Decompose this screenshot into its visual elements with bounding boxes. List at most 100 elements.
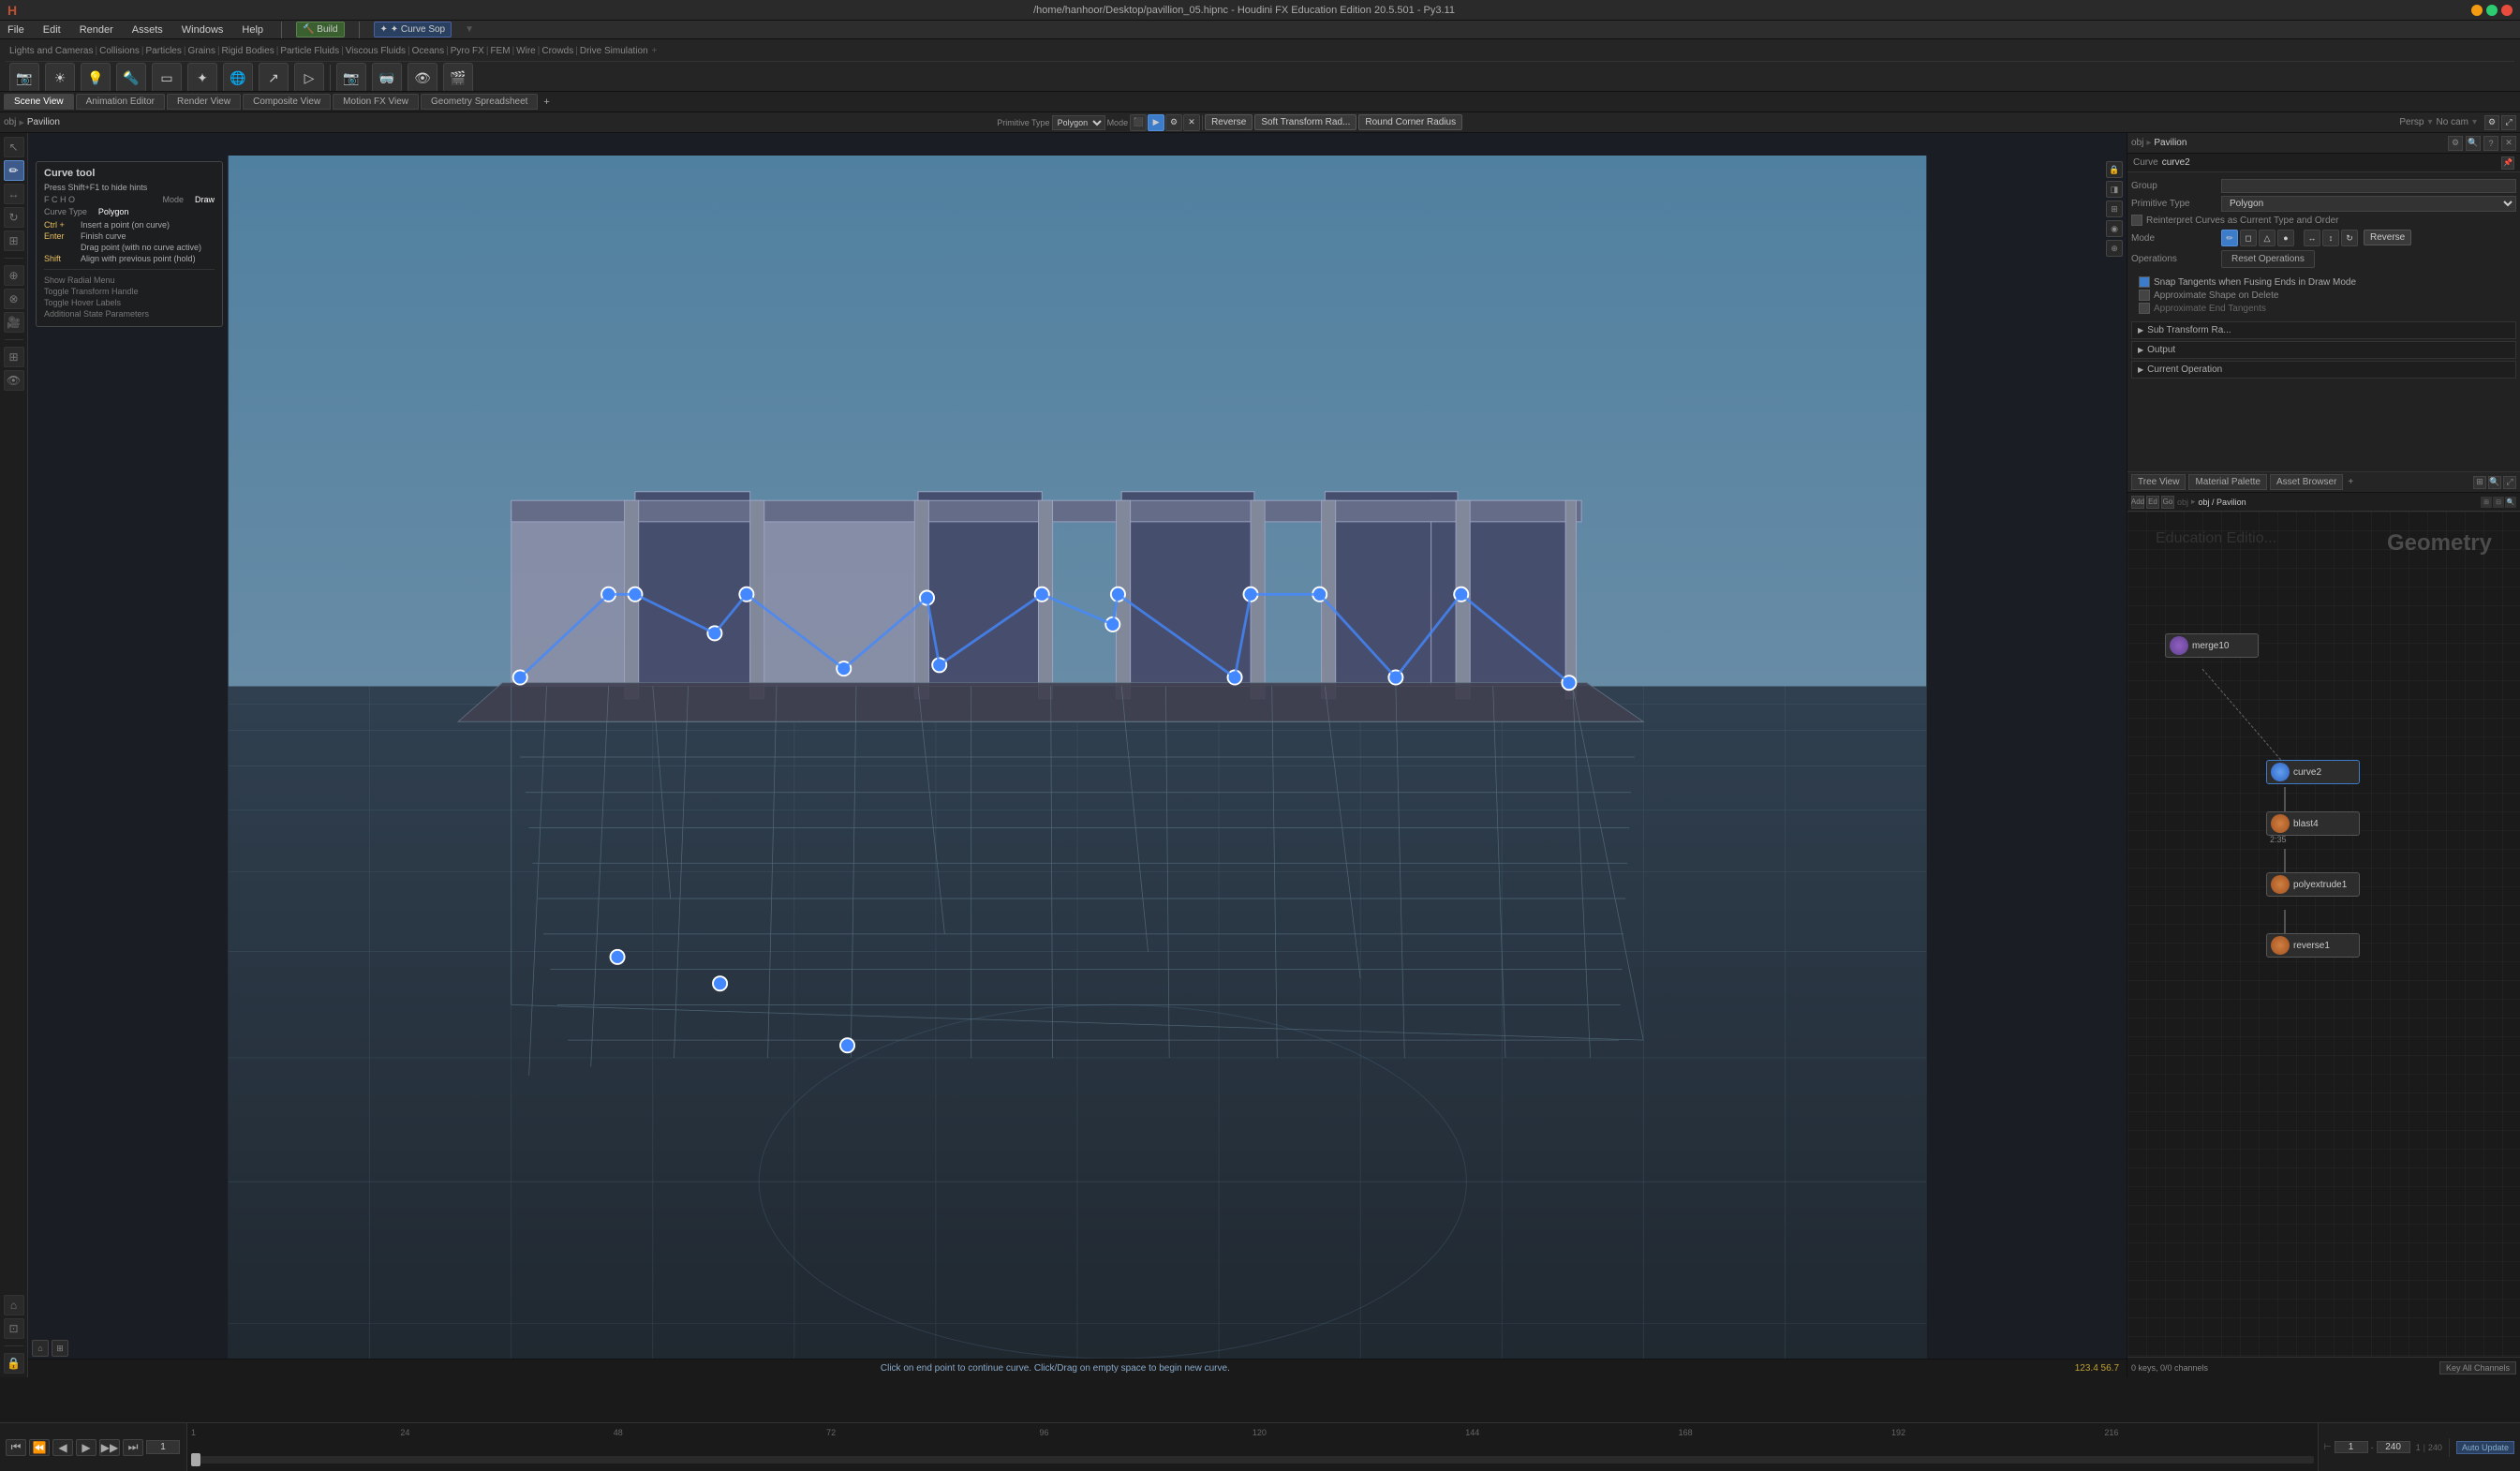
shelf-tab-grains[interactable]: Grains — [187, 46, 215, 56]
node-menu-add[interactable]: Add — [2131, 496, 2144, 509]
rotate-tool[interactable]: ↻ — [4, 207, 24, 228]
shelf-tab-lights[interactable]: Lights and Cameras — [9, 46, 94, 56]
shelf-tab-drive[interactable]: Drive Simulation — [580, 46, 648, 56]
reinterpret-checkbox[interactable] — [2131, 215, 2142, 226]
shelf-tab-particle-fluids[interactable]: Particle Fluids — [280, 46, 339, 56]
pin-btn[interactable]: 📌 — [2501, 156, 2514, 170]
step-back-btn[interactable]: ◀ — [52, 1439, 73, 1456]
vp-vis-icon[interactable]: ◉ — [2106, 220, 2123, 237]
maximize-btn[interactable] — [2486, 5, 2498, 16]
add-nn-tab[interactable]: + — [2348, 477, 2353, 487]
shelf-tab-particles[interactable]: Particles — [146, 46, 182, 56]
shelf-camera3[interactable]: 🎬 — [443, 63, 473, 92]
menu-render[interactable]: Render — [76, 22, 117, 37]
node-polyextrude1[interactable]: polyextrude1 — [2266, 872, 2360, 897]
approx-end-checkbox[interactable] — [2139, 303, 2150, 314]
range-start-input[interactable] — [2335, 1441, 2368, 1453]
timeline-playhead[interactable] — [191, 1453, 200, 1466]
rp-close-btn[interactable]: ✕ — [2501, 136, 2516, 151]
nn-fit-btn[interactable]: ⤢ — [2503, 476, 2516, 489]
node-menu-go[interactable]: Go — [2161, 496, 2174, 509]
node-reverse1[interactable]: reverse1 — [2266, 933, 2360, 958]
shelf-light[interactable]: ✦ — [187, 63, 217, 92]
menu-windows[interactable]: Windows — [178, 22, 228, 37]
curve-sop-arrow[interactable]: ▼ — [465, 24, 474, 35]
shelf-camera2[interactable]: 📷 — [336, 63, 366, 92]
shelf-envlight[interactable]: 🌐 — [223, 63, 253, 92]
group-input[interactable] — [2221, 179, 2516, 193]
node-curve2[interactable]: curve2 — [2266, 760, 2360, 784]
rp-search-btn[interactable]: 🔍 — [2466, 136, 2481, 151]
transform-handle-opt[interactable]: Toggle Transform Handle — [44, 287, 139, 296]
skip-start-btn[interactable]: ⏮ — [6, 1439, 26, 1456]
state-params-opt[interactable]: Additional State Parameters — [44, 309, 149, 319]
viewport-expand-btn[interactable]: ⤢ — [2501, 115, 2516, 130]
mode-edit-btn[interactable]: ◻ — [2240, 230, 2257, 246]
tab-animation[interactable]: Animation Editor — [76, 94, 165, 110]
vp-grid-btn[interactable]: ⊞ — [52, 1340, 68, 1357]
step-fwd-btn[interactable]: ▶▶ — [99, 1439, 120, 1456]
node-menu-edit[interactable]: Ed — [2146, 496, 2159, 509]
shelf-tab-collisions[interactable]: Collisions — [99, 46, 140, 56]
frame-input[interactable] — [146, 1440, 180, 1454]
key-all-channels-btn[interactable]: Key All Channels — [2439, 1361, 2516, 1374]
curve-name-value[interactable]: curve2 — [2162, 157, 2190, 168]
mode-btn-2[interactable]: ▶ — [1148, 114, 1164, 131]
nn-layout-btn[interactable]: ⊞ — [2473, 476, 2486, 489]
range-end-input[interactable] — [2377, 1441, 2410, 1453]
vp-home-btn[interactable]: ⌂ — [32, 1340, 49, 1357]
nn-btn3[interactable]: 🔍 — [2505, 497, 2516, 508]
no-cam-label[interactable]: No cam — [2437, 117, 2468, 127]
shelf-tab-rigidbodies[interactable]: Rigid Bodies — [222, 46, 274, 56]
persp-label[interactable]: Persp — [2399, 117, 2424, 127]
mode-btn-3[interactable]: ⚙ — [1165, 114, 1182, 131]
snap-tangents-checkbox[interactable] — [2139, 276, 2150, 288]
curve-tool[interactable]: ✏ — [4, 160, 24, 181]
current-operation-section[interactable]: ▶ Current Operation — [2131, 361, 2516, 379]
reverse-btn[interactable]: Reverse — [1205, 114, 1253, 130]
shelf-tab-pyrofx[interactable]: Pyro FX — [451, 46, 484, 56]
vp-disp-icon[interactable]: ⊞ — [2106, 201, 2123, 217]
rp-settings-btn[interactable]: ⚙ — [2448, 136, 2463, 151]
handle-tool[interactable]: ⊗ — [4, 289, 24, 309]
build-btn[interactable]: 🔨 Build — [296, 22, 344, 37]
asset-browser-tab[interactable]: Asset Browser — [2270, 474, 2343, 490]
mode-pt-btn[interactable]: ● — [2277, 230, 2294, 246]
shelf-spotlight[interactable]: 🔦 — [116, 63, 146, 92]
shelf-tab-crowds[interactable]: Crowds — [541, 46, 573, 56]
mode-flip-btn[interactable]: ↕ — [2322, 230, 2339, 246]
primitive-type-prop-select[interactable]: Polygon — [2221, 196, 2516, 212]
mode-rev-btn[interactable]: ↻ — [2341, 230, 2358, 246]
tab-scene-view[interactable]: Scene View — [4, 94, 74, 110]
output-section[interactable]: ▶ Output — [2131, 341, 2516, 359]
tab-geometry-spreadsheet[interactable]: Geometry Spreadsheet — [421, 94, 538, 110]
shelf-stereo[interactable]: 👁 — [408, 63, 437, 92]
menu-assets[interactable]: Assets — [128, 22, 167, 37]
mode-btn-4[interactable]: ✕ — [1183, 114, 1200, 131]
radial-menu-opt[interactable]: Show Radial Menu — [44, 275, 115, 285]
auto-update-btn[interactable]: Auto Update — [2456, 1441, 2514, 1454]
tree-view-tab[interactable]: Tree View — [2131, 474, 2186, 490]
hover-labels-opt[interactable]: Toggle Hover Labels — [44, 298, 121, 307]
viewport-options-btn[interactable]: ⚙ — [2484, 115, 2499, 130]
round-corner-btn[interactable]: Round Corner Radius — [1358, 114, 1462, 130]
shelf-arealight[interactable]: ▭ — [152, 63, 182, 92]
shelf-add[interactable]: + — [652, 46, 658, 56]
display-tool[interactable]: 👁 — [4, 370, 24, 391]
camera-nav-tool[interactable]: 🎥 — [4, 312, 24, 333]
minimize-btn[interactable] — [2471, 5, 2483, 16]
sub-transform-section[interactable]: ▶ Sub Transform Ra... — [2131, 321, 2516, 339]
prev-key-btn[interactable]: ⏪ — [29, 1439, 50, 1456]
tab-motion[interactable]: Motion FX View — [333, 94, 419, 110]
menu-help[interactable]: Help — [238, 22, 267, 37]
mode-draw-btn[interactable]: ✏ — [2221, 230, 2238, 246]
select-tool[interactable]: ↖ — [4, 137, 24, 157]
vp-shading-icon[interactable]: ◨ — [2106, 181, 2123, 198]
skip-end-btn[interactable]: ⏭ — [123, 1439, 143, 1456]
node-blast4[interactable]: blast4 — [2266, 811, 2360, 836]
play-btn[interactable]: ▶ — [76, 1439, 96, 1456]
shelf-tab-wire[interactable]: Wire — [516, 46, 536, 56]
shelf-indirectlight[interactable]: ↗ — [259, 63, 289, 92]
shelf-pointlight[interactable]: 💡 — [81, 63, 111, 92]
add-tab-btn[interactable]: + — [543, 97, 549, 108]
